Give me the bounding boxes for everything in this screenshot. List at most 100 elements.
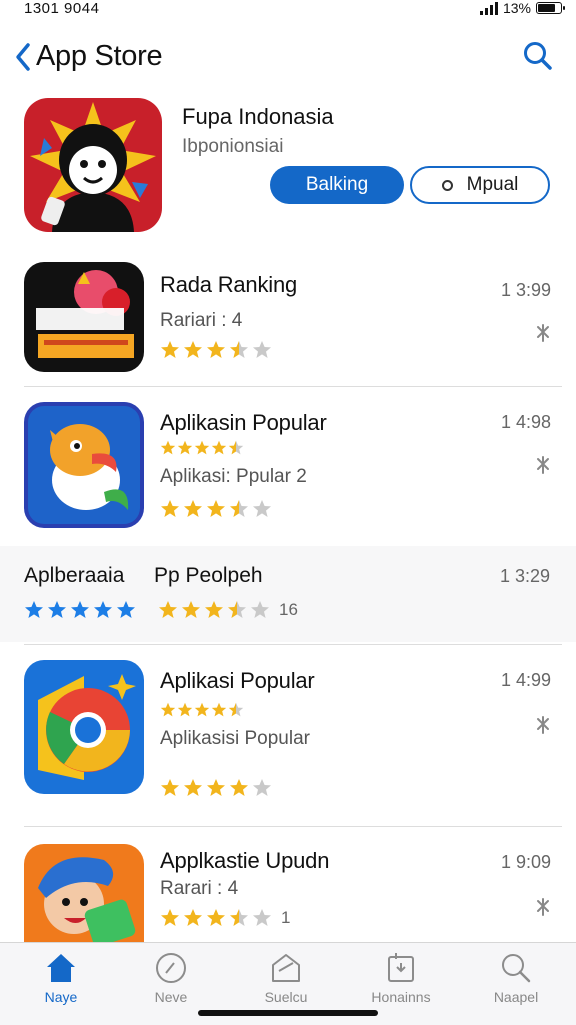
- battery-icon: [536, 2, 565, 14]
- star-icon: [211, 702, 227, 717]
- divider: [24, 826, 562, 827]
- download-icon[interactable]: [535, 716, 551, 734]
- compass-icon: [156, 953, 186, 983]
- tab-label: Honainns: [371, 989, 431, 1005]
- star-icon: [177, 440, 193, 455]
- rating-count: 1: [281, 908, 291, 927]
- search-button[interactable]: [522, 40, 554, 77]
- star-icon: [253, 500, 271, 517]
- star-icon: [230, 779, 248, 796]
- battery-percent: 13%: [502, 0, 531, 16]
- star-icon: [228, 440, 244, 455]
- app-icon-applkastie-upudn[interactable]: [24, 844, 144, 942]
- download-icon[interactable]: [535, 898, 551, 916]
- rating-count: 16: [279, 600, 298, 619]
- star-icon: [160, 440, 176, 455]
- home-indicator: [198, 1010, 378, 1016]
- featured-app-icon[interactable]: [24, 98, 162, 232]
- band-right-label: Pp Peolpeh: [154, 564, 263, 587]
- star-icon: [207, 779, 225, 796]
- star-icon: [205, 601, 223, 618]
- app-price: 1 4:98: [500, 412, 551, 432]
- featured-app-name: Fupa Indonasia: [182, 104, 334, 129]
- category-band[interactable]: Aplberaaia Pp Peolpeh 1 3:29 16: [0, 546, 576, 642]
- star-icon: [160, 702, 176, 717]
- star-icon: [161, 909, 179, 926]
- star-icon: [159, 601, 177, 618]
- star-icon: [161, 779, 179, 796]
- rating-stars: 1: [160, 908, 290, 928]
- star-icon: [94, 601, 112, 618]
- tab-label: Suelcu: [264, 989, 308, 1005]
- star-icon: [207, 500, 225, 517]
- star-icon: [161, 500, 179, 517]
- app-price: 1 4:99: [500, 670, 551, 690]
- back-button[interactable]: App Store: [14, 40, 163, 73]
- list-item[interactable]: Aplikasin Popular Aplikasi: Ppular 2 1 4…: [24, 402, 564, 532]
- featured-secondary-label: Mpual: [466, 174, 519, 195]
- star-icon: [207, 341, 225, 358]
- app-icon-rada-ranking[interactable]: [24, 262, 144, 372]
- divider: [24, 386, 562, 387]
- download-icon[interactable]: [535, 324, 551, 342]
- star-icon: [71, 601, 89, 618]
- star-icon: [184, 779, 202, 796]
- chevron-left-icon: [16, 42, 30, 71]
- small-rating-stars: [160, 702, 245, 718]
- app-subtitle: Aplikasi: Ppular 2: [160, 466, 307, 487]
- star-icon: [253, 341, 271, 358]
- tab-today[interactable]: Naye: [11, 951, 111, 1005]
- featured-secondary-button[interactable]: Mpual: [410, 166, 550, 204]
- status-bar: 1301 9044 13%: [0, 0, 576, 20]
- list-item[interactable]: Aplikasi Popular Aplikasisi Popular 1 4:…: [24, 660, 564, 796]
- tab-updates[interactable]: Honainns: [351, 951, 451, 1005]
- tab-games[interactable]: Neve: [121, 951, 221, 1005]
- stack-icon: [272, 954, 300, 982]
- star-icon: [194, 440, 210, 455]
- rating-stars: [160, 499, 275, 519]
- rating-stars: [160, 340, 275, 360]
- app-title: Aplikasi Popular: [160, 668, 315, 693]
- band-left-label: Aplberaaia: [24, 564, 125, 587]
- search-icon: [502, 954, 531, 983]
- app-icon-aplikasi-popular[interactable]: [24, 660, 144, 794]
- updates-icon: [388, 953, 414, 982]
- tab-label: Naye: [44, 989, 78, 1005]
- app-title: Aplikasin Popular: [160, 410, 327, 435]
- list-item[interactable]: Rada Ranking Rariari : 4 1 3:99: [24, 262, 564, 374]
- ring-icon: [441, 179, 453, 191]
- list-item[interactable]: Applkastie Upudn Rarari : 4 1 1 9:09: [24, 844, 564, 942]
- divider: [24, 644, 562, 645]
- tab-apps[interactable]: Suelcu: [236, 951, 336, 1005]
- back-label: App Store: [36, 40, 163, 72]
- app-price: 1 3:99: [500, 280, 551, 300]
- app-subtitle: Rarari : 4: [160, 878, 239, 899]
- app-price: 1 9:09: [500, 852, 551, 872]
- star-icon: [228, 601, 246, 618]
- star-icon: [184, 341, 202, 358]
- nav-bar: App Store: [0, 36, 576, 80]
- small-rating-stars: [160, 440, 245, 456]
- star-icon: [253, 909, 271, 926]
- star-icon: [194, 702, 210, 717]
- star-icon: [177, 702, 193, 717]
- star-icon: [117, 601, 135, 618]
- download-icon[interactable]: [535, 456, 551, 474]
- tab-search[interactable]: Naapel: [466, 951, 566, 1005]
- featured-primary-button[interactable]: Balking: [270, 166, 404, 204]
- star-icon: [251, 601, 269, 618]
- star-icon: [228, 702, 244, 717]
- star-icon: [253, 779, 271, 796]
- app-subtitle: Rariari : 4: [160, 310, 243, 331]
- tab-label: Naapel: [493, 989, 539, 1005]
- star-icon: [182, 601, 200, 618]
- star-icon: [211, 440, 227, 455]
- star-icon: [207, 909, 225, 926]
- star-icon: [161, 341, 179, 358]
- app-subtitle: Aplikasisi Popular: [160, 728, 310, 749]
- home-icon: [47, 954, 75, 982]
- star-icon: [25, 601, 43, 618]
- app-title: Rada Ranking: [160, 272, 298, 297]
- app-icon-aplikasin-popular[interactable]: [24, 402, 144, 528]
- signal-icon: [479, 1, 498, 15]
